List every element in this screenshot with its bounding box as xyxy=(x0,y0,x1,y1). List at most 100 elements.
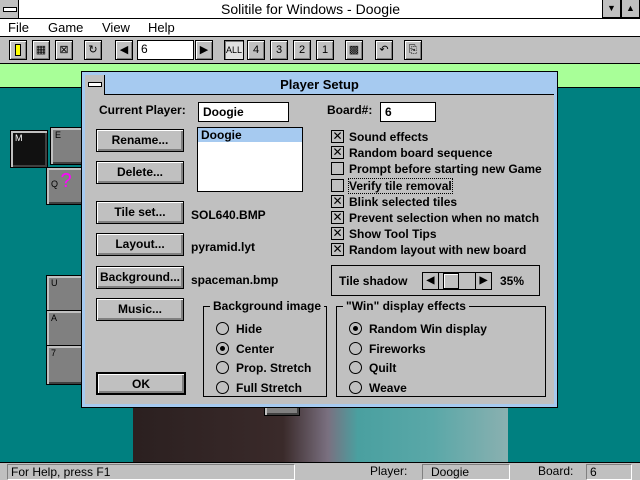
status-board: 6 xyxy=(586,464,632,480)
option-blink-selected-tiles[interactable]: ✕ Blink selected tiles xyxy=(331,194,551,210)
filter-3-button[interactable]: 3 xyxy=(270,40,288,60)
tile-moon[interactable]: M xyxy=(10,130,48,168)
checkbox[interactable]: ✕ xyxy=(331,227,344,241)
ok-button[interactable]: OK xyxy=(96,372,186,395)
win-effects-group-title: "Win" display effects xyxy=(343,299,469,313)
current-player-label: Current Player: xyxy=(99,103,186,117)
win-option-fireworks[interactable]: Fireworks xyxy=(349,341,529,357)
menu-view[interactable]: View xyxy=(102,20,130,35)
next-board-button[interactable]: ▶ xyxy=(195,40,213,60)
board-label: Board#: xyxy=(327,103,373,117)
background-button[interactable]: Background... xyxy=(96,266,184,289)
option-label: Random board sequence xyxy=(349,146,493,161)
maximize-button[interactable]: ▲ xyxy=(621,0,640,18)
option-show-tool-tips[interactable]: ✕ Show Tool Tips xyxy=(331,227,551,242)
current-player-input[interactable]: Doogie xyxy=(198,102,289,122)
board-number-input[interactable]: 6 xyxy=(137,40,194,60)
undo-icon[interactable]: ↶ xyxy=(375,40,393,60)
checkbox[interactable]: ✕ xyxy=(331,211,344,224)
option-random-layout-with-new-board[interactable]: ✕ Random layout with new board xyxy=(331,243,551,258)
tile-view-button[interactable] xyxy=(9,40,27,60)
background-file: spaceman.bmp xyxy=(191,273,279,287)
tile-letter: Q xyxy=(51,179,59,189)
tile-question[interactable]: Q ? xyxy=(46,167,84,205)
radio-button[interactable] xyxy=(216,322,229,335)
checkbox[interactable] xyxy=(331,178,344,192)
menu-game[interactable]: Game xyxy=(48,20,83,35)
option-label: Random layout with new board xyxy=(349,243,527,258)
radio-label: Prop. Stretch xyxy=(236,361,312,375)
dialog-title: Player Setup xyxy=(85,75,554,95)
scroll-right-icon[interactable]: ▶ xyxy=(475,273,491,289)
filter-4-button[interactable]: 4 xyxy=(247,40,265,60)
previous-board-button[interactable]: ◀ xyxy=(115,40,133,60)
radio-label: Quilt xyxy=(369,361,397,375)
rename-button[interactable]: Rename... xyxy=(96,129,184,152)
save-board-icon[interactable]: ⎘ xyxy=(404,40,422,60)
radio-label: Full Stretch xyxy=(236,380,303,395)
dialog-system-menu[interactable] xyxy=(85,75,105,95)
delete-button[interactable]: Delete... xyxy=(96,161,184,184)
option-prevent-selection-when-no-match[interactable]: ✕ Prevent selection when no match xyxy=(331,211,551,226)
tile-shadow-group: Tile shadow ◀ ▶ 35% xyxy=(331,265,540,296)
radio-button[interactable] xyxy=(216,380,229,394)
checkbox[interactable] xyxy=(331,162,344,176)
filter-all-button[interactable]: ALL xyxy=(224,40,244,60)
status-board-label: Board: xyxy=(538,464,574,478)
tile-blocks[interactable]: A xyxy=(46,310,84,348)
radio-button[interactable] xyxy=(216,341,229,355)
option-label: Verify tile removal xyxy=(348,177,453,194)
win-effects-group: "Win" display effects Random Win display… xyxy=(336,299,546,397)
player-list-item[interactable]: Doogie xyxy=(198,128,302,142)
radio-button[interactable] xyxy=(349,341,362,355)
tile-seven[interactable]: 7 xyxy=(46,345,84,385)
checkbox[interactable]: ✕ xyxy=(331,194,344,208)
minimize-button[interactable]: ▼ xyxy=(602,0,621,18)
tile-set-button[interactable]: Tile set... xyxy=(96,201,184,224)
checkbox[interactable]: ✕ xyxy=(331,130,344,143)
option-label: Blink selected tiles xyxy=(349,194,458,209)
checkbox[interactable]: ✕ xyxy=(331,146,344,160)
checkbox[interactable]: ✕ xyxy=(331,243,344,257)
status-bar: For Help, press F1 Player: Doogie Board:… xyxy=(0,462,640,480)
toolbar: ▦ ⊠ ↻ ◀ 6 ▶ ALL 4 3 2 1 ▩ ↶ ⎘ xyxy=(0,37,640,64)
music-button[interactable]: Music... xyxy=(96,298,184,321)
filter-1-button[interactable]: 1 xyxy=(316,40,334,60)
tile-shadow-slider[interactable]: ◀ ▶ xyxy=(422,272,492,290)
win-option-random-win-display[interactable]: Random Win display xyxy=(349,322,529,337)
checkerboard-icon[interactable]: ▩ xyxy=(345,40,363,60)
radio-button[interactable] xyxy=(349,322,362,335)
menu-bar: File Game View Help xyxy=(0,19,640,37)
title-bar: Solitile for Windows - Doogie ▼ ▲ xyxy=(0,0,640,19)
menu-file[interactable]: File xyxy=(8,20,29,35)
win-option-quilt[interactable]: Quilt xyxy=(349,361,529,376)
radio-button[interactable] xyxy=(349,361,362,374)
scroll-left-icon[interactable]: ◀ xyxy=(423,273,439,289)
radio-button[interactable] xyxy=(349,380,362,394)
option-random-board-sequence[interactable]: ✕ Random board sequence xyxy=(331,146,551,161)
player-setup-dialog: Player Setup Current Player: Doogie Boar… xyxy=(81,71,558,408)
player-list[interactable]: Doogie xyxy=(197,127,303,192)
option-prompt-before-starting-new-game[interactable]: Prompt before starting new Game xyxy=(331,162,551,177)
menu-help[interactable]: Help xyxy=(148,20,175,35)
background-image-group-title: Background image xyxy=(210,299,325,313)
win-option-weave[interactable]: Weave xyxy=(349,380,529,396)
filter-2-button[interactable]: 2 xyxy=(293,40,311,60)
system-menu-button[interactable] xyxy=(0,0,19,18)
grid-icon[interactable]: ▦ xyxy=(32,40,50,60)
restart-icon[interactable]: ↻ xyxy=(84,40,102,60)
status-player-label: Player: xyxy=(370,464,408,478)
window-title: Solitile for Windows - Doogie xyxy=(221,1,400,17)
option-sound-effects[interactable]: ✕ Sound effects xyxy=(331,130,551,145)
tile-shadow-value: 35% xyxy=(500,274,525,288)
option-label: Prevent selection when no match xyxy=(349,211,540,225)
board-input[interactable]: 6 xyxy=(380,102,436,122)
status-help: For Help, press F1 xyxy=(7,464,295,480)
option-verify-tile-removal[interactable]: Verify tile removal xyxy=(331,177,551,194)
slider-thumb[interactable] xyxy=(443,273,459,289)
close-tile-icon[interactable]: ⊠ xyxy=(55,40,73,60)
status-player: Doogie xyxy=(422,464,510,480)
layout-button[interactable]: Layout... xyxy=(96,233,184,256)
radio-button[interactable] xyxy=(216,361,229,374)
tile-unicorn[interactable]: U xyxy=(46,275,84,313)
